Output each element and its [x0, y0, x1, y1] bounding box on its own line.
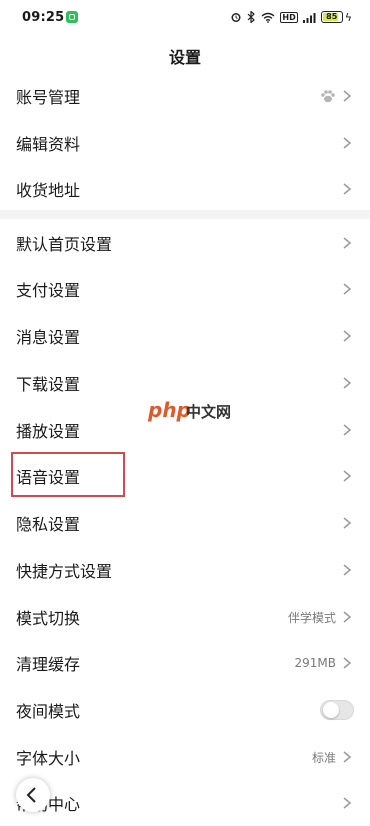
- watermark: php 中文网: [148, 398, 232, 424]
- settings-row-clear-cache[interactable]: 清理缓存 291MB: [0, 640, 370, 686]
- row-label: 默认首页设置: [16, 235, 113, 254]
- row-label: 支付设置: [16, 281, 81, 300]
- chevron-right-icon: [343, 137, 352, 149]
- font-size-value: 标准: [311, 750, 336, 765]
- chevron-right-icon: [343, 470, 352, 482]
- settings-row-shipping-address[interactable]: 收货地址: [0, 166, 370, 212]
- battery-indicator: 85 ϟ: [320, 10, 352, 24]
- settings-row-privacy[interactable]: 隐私设置: [0, 500, 370, 546]
- chevron-right-icon: [343, 517, 352, 529]
- row-label: 播放设置: [16, 422, 81, 441]
- settings-row-default-home[interactable]: 默认首页设置: [0, 220, 370, 266]
- watermark-php: php: [148, 398, 191, 422]
- row-label: 清理缓存: [16, 655, 81, 674]
- settings-row-help-center[interactable]: 帮助中心: [0, 780, 370, 826]
- chevron-right-icon: [343, 797, 352, 809]
- settings-row-edit-profile[interactable]: 编辑资料: [0, 120, 370, 166]
- battery-level: 85: [326, 12, 338, 21]
- chevron-right-icon: [343, 424, 352, 436]
- status-icons: HD 85 ϟ: [230, 9, 352, 25]
- alarm-icon: [231, 13, 241, 22]
- charging-icon: ϟ: [344, 10, 352, 24]
- row-label: 账号管理: [16, 88, 81, 107]
- chevron-right-icon: [343, 564, 352, 576]
- row-label: 字体大小: [16, 749, 81, 768]
- watermark-cn: 中文网: [186, 403, 232, 421]
- app-notification-icon: [66, 11, 78, 23]
- settings-row-shortcuts[interactable]: 快捷方式设置: [0, 547, 370, 593]
- status-bar: 09:25 HD 85 ϟ: [0, 0, 370, 34]
- row-label: 夜间模式: [16, 702, 81, 721]
- status-time: 09:25: [22, 10, 65, 25]
- row-label: 消息设置: [16, 328, 81, 347]
- row-label: 收货地址: [16, 181, 81, 200]
- row-label: 下载设置: [16, 375, 81, 394]
- back-button[interactable]: [16, 778, 50, 812]
- chevron-right-icon: [343, 330, 352, 342]
- night-mode-toggle[interactable]: [320, 700, 354, 720]
- page-title: 设置: [168, 48, 201, 67]
- settings-row-payment[interactable]: 支付设置: [0, 266, 370, 312]
- row-label: 隐私设置: [16, 515, 81, 534]
- hd-badge: HD: [280, 11, 298, 23]
- chevron-right-icon: [343, 377, 352, 389]
- row-label: 模式切换: [16, 609, 81, 628]
- chevron-right-icon: [343, 90, 352, 102]
- chevron-left-icon: [26, 787, 36, 803]
- section-divider: [0, 210, 370, 219]
- bluetooth-icon: [247, 11, 256, 23]
- row-label: 快捷方式设置: [16, 562, 113, 581]
- wifi-icon: [261, 12, 275, 23]
- settings-row-mode-switch[interactable]: 模式切换 伴学模式: [0, 594, 370, 640]
- settings-row-account[interactable]: 账号管理: [0, 73, 370, 119]
- row-label: 编辑资料: [16, 135, 81, 154]
- chevron-right-icon: [343, 657, 352, 669]
- settings-row-font-size[interactable]: 字体大小 标准: [0, 734, 370, 780]
- settings-row-night-mode: 夜间模式: [0, 687, 370, 733]
- chevron-right-icon: [343, 283, 352, 295]
- highlight-box: [11, 452, 125, 497]
- signal-icon: [302, 12, 316, 23]
- toggle-knob: [323, 702, 339, 718]
- cache-size-value: 291MB: [294, 656, 337, 670]
- settings-row-messages[interactable]: 消息设置: [0, 313, 370, 359]
- paw-icon: [321, 90, 335, 103]
- chevron-right-icon: [343, 183, 352, 195]
- mode-value: 伴学模式: [287, 610, 336, 625]
- chevron-right-icon: [343, 751, 352, 763]
- chevron-right-icon: [343, 237, 352, 249]
- chevron-right-icon: [343, 611, 352, 623]
